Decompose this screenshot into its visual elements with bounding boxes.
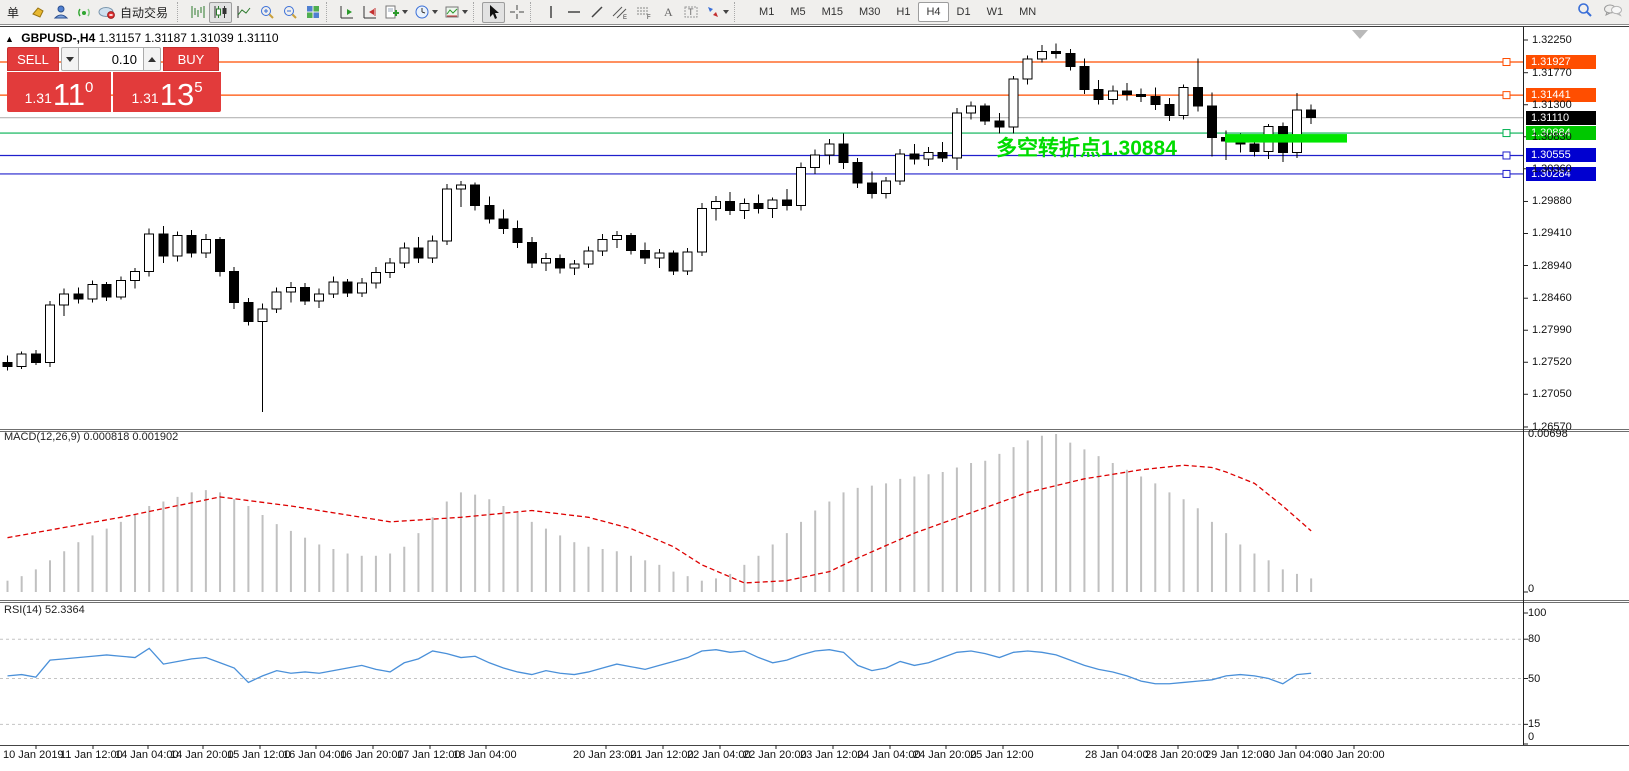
toolbar-separator (326, 2, 333, 22)
caret-up-icon (148, 57, 156, 62)
volume-input[interactable] (79, 47, 143, 71)
sell-price-prefix: 1.31 (25, 90, 52, 106)
buy-price-display[interactable]: 1.31 13 5 (113, 72, 221, 112)
rsi-line (8, 648, 1312, 683)
timeframe-button-m30[interactable]: M30 (851, 2, 888, 22)
timeframe-button-m15[interactable]: M15 (814, 2, 851, 22)
chart-shift-button[interactable] (358, 2, 381, 23)
indicators-dropdown-caret[interactable] (402, 10, 408, 14)
mt4-window: 单 自动交易 (0, 0, 1629, 771)
buy-button[interactable]: BUY (163, 47, 219, 71)
chart-title: ▲ GBPUSD-,H4 1.31157 1.31187 1.31039 1.3… (5, 31, 279, 45)
timeframe-button-h1[interactable]: H1 (888, 2, 918, 22)
toolbar-right-group (1577, 2, 1623, 23)
one-click-trading-panel: SELL BUY 1.31 11 0 1.31 13 5 (7, 47, 221, 112)
new-chart-icon[interactable] (26, 2, 49, 23)
collapse-panel-arrow-icon[interactable]: ▲ (5, 34, 14, 44)
chart-symbol-period: GBPUSD-,H4 (21, 31, 95, 45)
level-line-handle[interactable] (1503, 170, 1510, 177)
toolbar-separator (734, 2, 741, 22)
chart-area: 1.319271.314411.311101.308841.305551.302… (0, 26, 1629, 771)
fibonacci-button[interactable]: F (632, 2, 656, 23)
new-order-label: 单 (3, 4, 23, 21)
level-line-handle[interactable] (1503, 92, 1510, 99)
line-chart-type-button[interactable] (232, 2, 255, 23)
level-line-handle[interactable] (1503, 152, 1510, 159)
volume-increase-button[interactable] (143, 47, 161, 71)
trendline-button[interactable] (585, 2, 608, 23)
timeframe-button-m1[interactable]: M1 (751, 2, 782, 22)
sell-button[interactable]: SELL (7, 47, 59, 71)
level-line-handle[interactable] (1503, 59, 1510, 66)
toolbar: 单 自动交易 (0, 0, 1629, 25)
search-icon[interactable] (1577, 2, 1593, 23)
sell-price-display[interactable]: 1.31 11 0 (7, 72, 111, 112)
text-button[interactable]: A (656, 2, 679, 23)
support-zone-highlight[interactable] (1225, 134, 1347, 143)
chart-ohlc-values: 1.31157 1.31187 1.31039 1.31110 (99, 31, 279, 45)
templates-button[interactable] (441, 2, 471, 23)
timeframe-group: M1M5M15M30H1H4D1W1MN (751, 2, 1044, 22)
templates-dropdown-caret[interactable] (462, 10, 468, 14)
arrows-dropdown-caret[interactable] (723, 10, 729, 14)
chat-icon[interactable] (1603, 2, 1623, 23)
text-label-button[interactable]: T (679, 2, 702, 23)
horizontal-line-button[interactable] (562, 2, 585, 23)
caret-down-icon (66, 57, 74, 62)
periods-button[interactable] (411, 2, 441, 23)
timeframe-button-mn[interactable]: MN (1011, 2, 1044, 22)
vertical-line-button[interactable] (539, 2, 562, 23)
svg-text:F: F (647, 15, 651, 20)
equidistant-channel-button[interactable]: E (608, 2, 632, 23)
zoom-in-button[interactable] (255, 2, 278, 23)
buy-price-big: 13 (160, 80, 194, 110)
timeframe-button-m5[interactable]: M5 (782, 2, 813, 22)
svg-text:E: E (623, 15, 627, 20)
timeframe-button-d1[interactable]: D1 (949, 2, 979, 22)
sell-price-big: 11 (53, 80, 85, 110)
scroll-to-end-marker-icon[interactable] (1352, 30, 1368, 39)
macd-indicator-label: MACD(12,26,9) 0.000818 0.001902 (4, 431, 178, 443)
timeframe-button-h4[interactable]: H4 (918, 2, 948, 22)
crosshair-button[interactable] (505, 2, 528, 23)
svg-text:A: A (664, 5, 673, 19)
toolbar-separator (473, 2, 480, 22)
timeframe-button-w1[interactable]: W1 (979, 2, 1012, 22)
bar-chart-type-button[interactable] (186, 2, 209, 23)
chart-annotation-text[interactable]: 多空转折点1.30884 (996, 132, 1177, 162)
autotrading-label: 自动交易 (116, 4, 172, 21)
sell-price-pip: 0 (85, 79, 93, 96)
level-line-handle[interactable] (1503, 130, 1510, 137)
toolbar-separator (530, 2, 537, 22)
auto-scroll-button[interactable] (335, 2, 358, 23)
new-order-button[interactable]: 单 (0, 2, 26, 23)
toolbar-separator (177, 2, 184, 22)
cursor-button[interactable] (482, 2, 505, 23)
buy-price-pip: 5 (194, 79, 202, 96)
indicators-button[interactable] (381, 2, 411, 23)
price-chart-canvas[interactable] (0, 27, 1629, 771)
periods-dropdown-caret[interactable] (432, 10, 438, 14)
volume-decrease-button[interactable] (61, 47, 79, 71)
autotrading-button[interactable]: 自动交易 (95, 2, 175, 23)
profiles-icon[interactable] (49, 2, 72, 23)
svg-text:T: T (688, 7, 694, 17)
rsi-indicator-label: RSI(14) 52.3364 (4, 604, 85, 616)
zoom-out-button[interactable] (278, 2, 301, 23)
buy-price-prefix: 1.31 (131, 90, 158, 106)
tile-windows-button[interactable] (301, 2, 324, 23)
signals-icon[interactable] (72, 2, 95, 23)
candlestick-chart-type-button[interactable] (209, 2, 232, 23)
arrows-button[interactable] (702, 2, 732, 23)
